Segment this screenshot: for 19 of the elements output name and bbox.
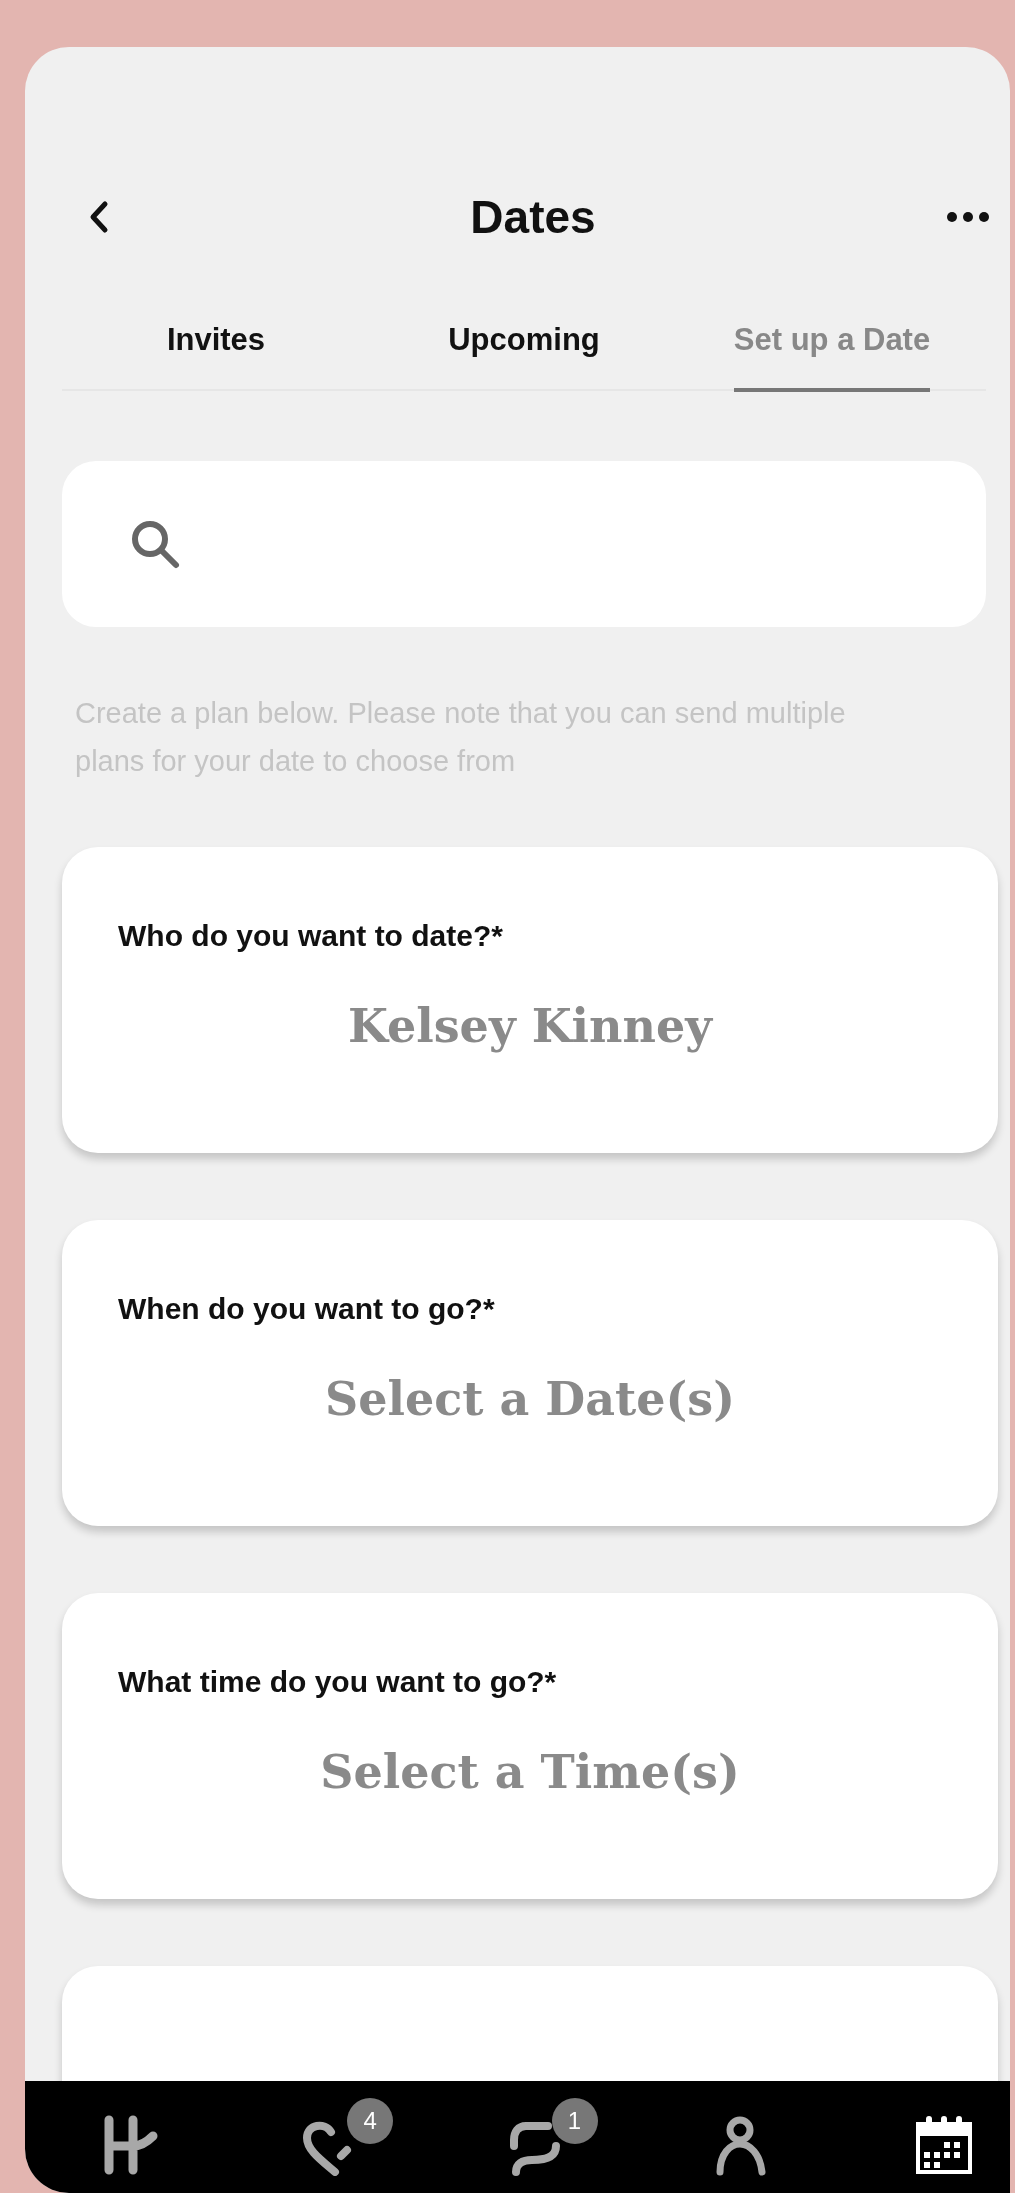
question-label: What time do you want to go?* [118, 1665, 558, 1699]
question-label: Who do you want to date?* [118, 919, 504, 953]
question-label: When do you want to go?* [118, 1292, 496, 1326]
nav-button[interactable]: 4 [299, 2098, 394, 2176]
more-icon [946, 211, 990, 223]
count-badge: 1 [551, 2098, 598, 2144]
answer-value: Select a Date(s) [324, 1372, 736, 1426]
count-badge: 4 [347, 2098, 394, 2144]
tab[interactable]: Upcoming [448, 312, 600, 392]
tab[interactable]: Invites [166, 312, 266, 392]
question-card[interactable]: What time do you want to go?* Select a Time(s) [62, 1593, 998, 1899]
question-card[interactable]: When do you want to go?* Select a Date(s) [62, 1220, 998, 1526]
nav-button[interactable]: 1 [503, 2098, 598, 2176]
chevron-left-icon [88, 200, 110, 234]
question-card[interactable]: Who do you want to date?* Kelsey Kinney [62, 847, 998, 1153]
screen-title: Dates [470, 190, 596, 244]
answer-value: Select a Time(s) [319, 1745, 741, 1799]
search-field[interactable] [62, 461, 986, 627]
answer-value: Kelsey Kinney [347, 999, 714, 1053]
